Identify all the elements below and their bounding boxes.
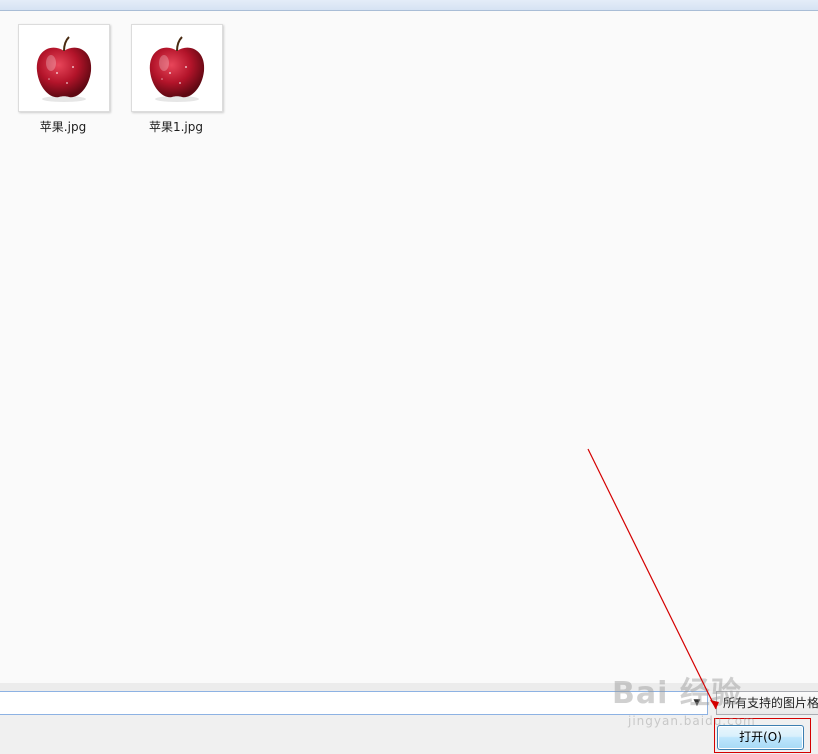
file-name-label: 苹果.jpg <box>39 120 87 134</box>
open-button[interactable]: 打开(O) <box>717 725 804 750</box>
file-name-label: 苹果1.jpg <box>148 120 204 134</box>
dialog-button-row: 打开(O) <box>0 717 818 754</box>
file-list-view[interactable]: 苹果.jpg 苹果1.jpg <box>0 11 818 683</box>
filename-input[interactable] <box>0 691 708 715</box>
file-item[interactable]: 苹果.jpg <box>13 24 123 136</box>
apple-icon <box>149 36 205 102</box>
filetype-select[interactable]: 所有支持的图片格 <box>716 691 818 715</box>
dialog-header-strip <box>0 0 818 11</box>
dialog-separator <box>0 683 818 691</box>
filename-row: ▼ 所有支持的图片格 <box>0 691 818 717</box>
file-item[interactable]: 苹果1.jpg <box>126 24 236 136</box>
chevron-down-icon[interactable]: ▼ <box>688 694 706 712</box>
apple-image-thumbnail <box>18 24 110 112</box>
apple-icon <box>36 36 92 102</box>
apple-image-thumbnail <box>131 24 223 112</box>
